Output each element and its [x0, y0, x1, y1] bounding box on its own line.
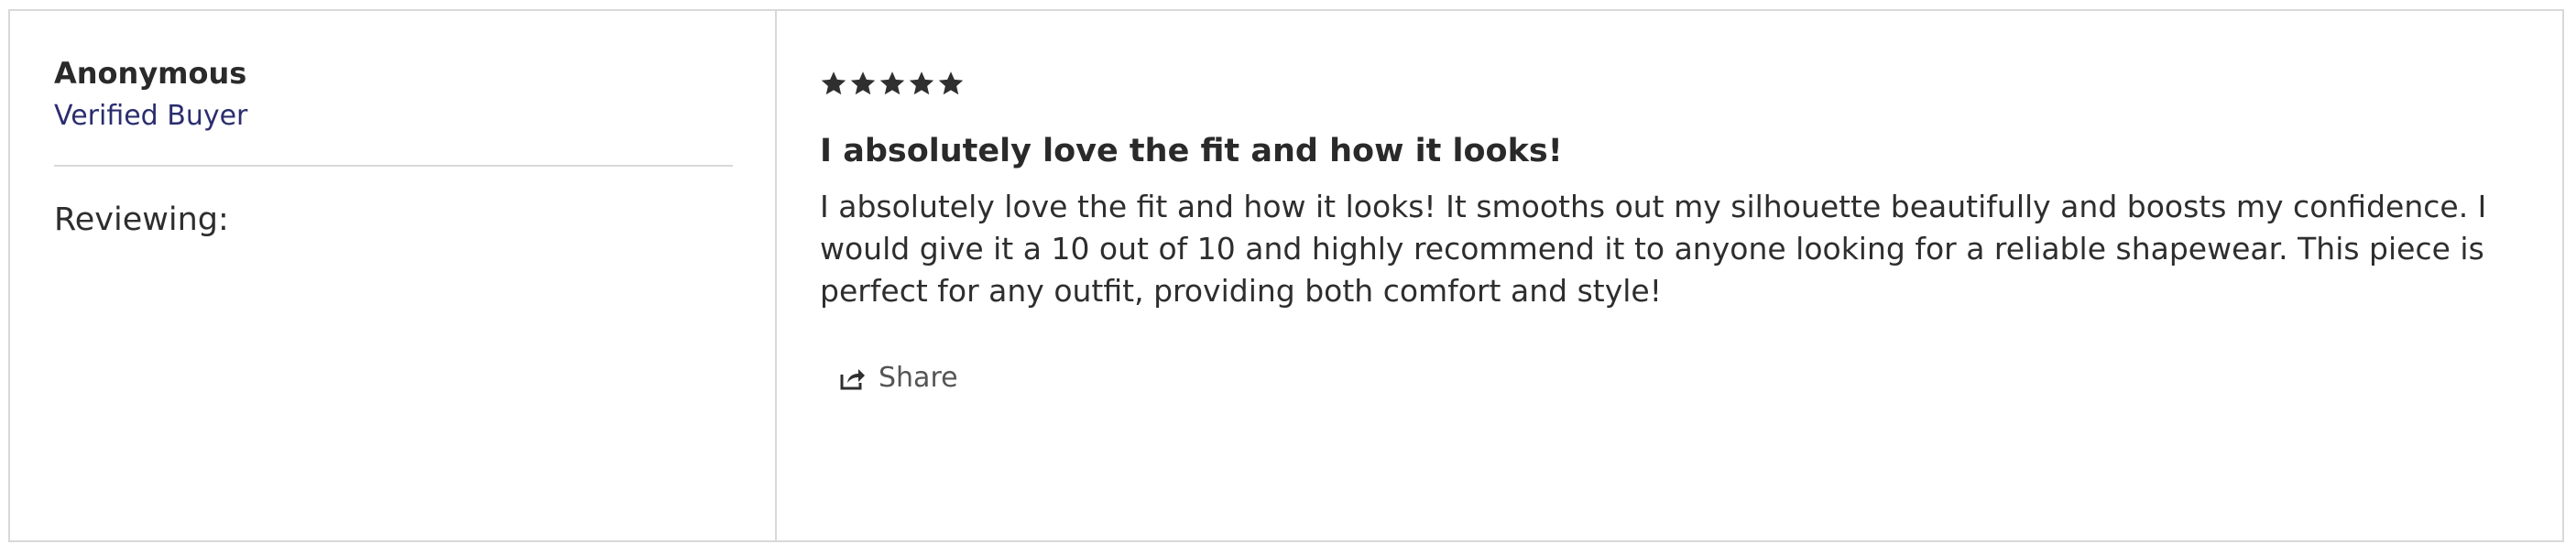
- review-title: I absolutely love the fit and how it loo…: [820, 133, 1563, 169]
- review-card: Anonymous Verified Buyer Reviewing: I ab…: [8, 9, 2564, 542]
- star-rating: [820, 70, 2507, 101]
- share-label: Share: [879, 362, 958, 394]
- star-icon: [908, 70, 935, 97]
- star-icon: [937, 70, 965, 97]
- review-body: I absolutely love the fit and how it loo…: [820, 189, 2487, 309]
- reviewing-label: Reviewing:: [54, 201, 229, 238]
- verified-buyer-badge: Verified Buyer: [54, 100, 248, 132]
- reviewer-panel: Anonymous Verified Buyer Reviewing:: [10, 11, 777, 540]
- star-icon: [820, 70, 847, 97]
- reviewer-name: Anonymous: [54, 56, 247, 91]
- star-icon: [879, 70, 906, 97]
- share-icon: [840, 366, 866, 390]
- review-content: I absolutely love the fit and how it loo…: [777, 11, 2562, 540]
- share-button[interactable]: Share: [840, 362, 958, 394]
- divider: [54, 165, 733, 167]
- star-icon: [849, 70, 877, 97]
